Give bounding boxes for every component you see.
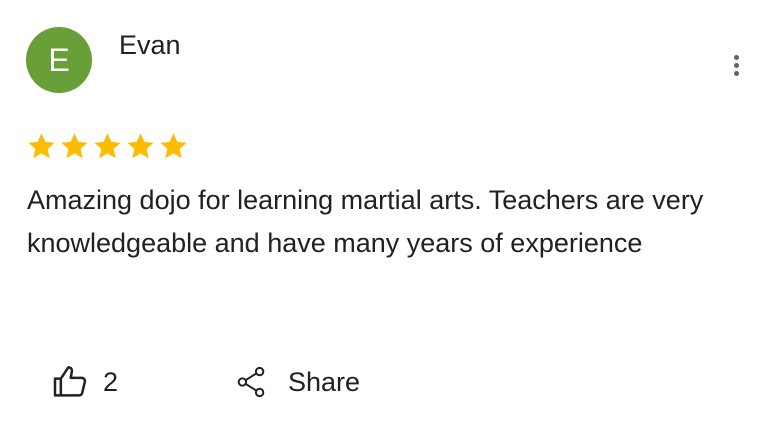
- thumb-up-outline-icon: [53, 366, 87, 397]
- star-icon: [28, 133, 55, 159]
- more-vert-icon-dot: [733, 70, 739, 76]
- review-card: E Evan Amazing dojo for learning martial…: [0, 0, 772, 445]
- share-button[interactable]: Share: [236, 366, 360, 398]
- star-icon: [160, 133, 187, 159]
- review-text: Amazing dojo for learning martial arts. …: [27, 185, 704, 258]
- share-icon: [237, 366, 265, 398]
- more-vert-icon-dot: [733, 62, 739, 68]
- more-vert-icon: [733, 54, 739, 60]
- reviewer-name[interactable]: Evan: [119, 30, 181, 61]
- avatar-initial: E: [48, 41, 70, 78]
- avatar[interactable]: E: [26, 27, 92, 93]
- star-icon: [61, 133, 88, 159]
- review-actions: 2 Share: [50, 362, 360, 402]
- more-options-button[interactable]: [722, 48, 750, 82]
- star-icon: [94, 133, 121, 159]
- like-button[interactable]: 2: [50, 362, 236, 402]
- star-icon: [127, 133, 154, 159]
- share-label: Share: [288, 366, 361, 397]
- like-count: 2: [103, 366, 119, 397]
- star-rating: [26, 131, 189, 161]
